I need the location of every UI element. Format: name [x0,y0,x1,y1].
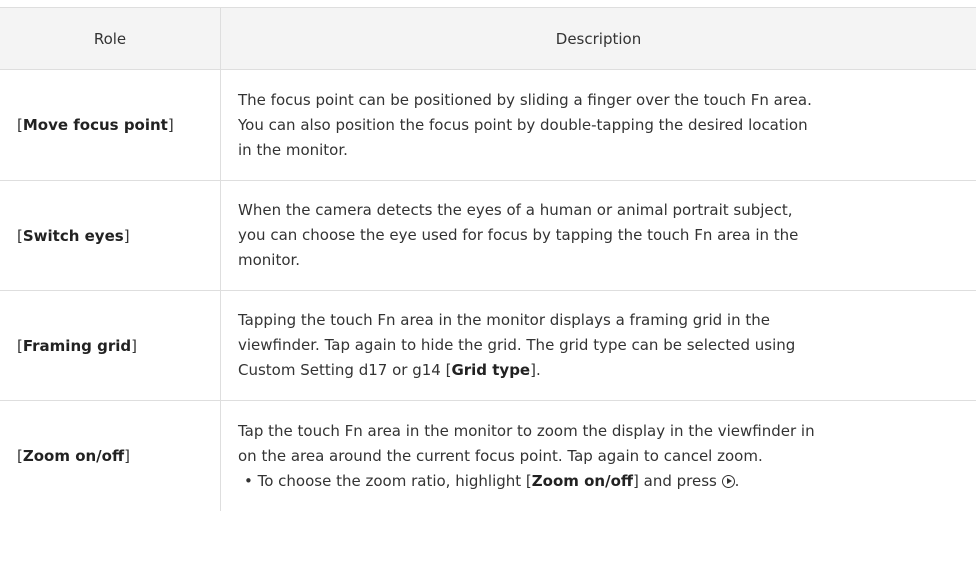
role-cell: [Framing grid] [0,291,221,400]
description-line: When the camera detects the eyes of a hu… [238,201,793,219]
text-segment: ]. [530,361,541,379]
description-line: The focus point can be positioned by sli… [238,90,812,109]
role-cell: [Zoom on/off] [0,401,221,511]
header-description: Description [555,29,642,48]
header-role: Role [0,8,221,69]
description-line: Custom Setting d17 or g14 [Grid type]. [238,358,976,383]
role-label: Switch eyes [22,226,124,245]
role-cell: [Switch eyes] [0,181,221,290]
role-description-table: Role Description [Move focus point] The … [0,7,976,511]
description-line: Tapping the touch Fn area in the monitor… [238,311,770,329]
description-line: Tap the touch Fn area in the monitor to … [238,421,815,440]
role-label: Zoom on/off [22,447,125,465]
description-line: You can also position the focus point by… [238,115,808,134]
role-label: Move focus point [22,116,168,134]
description-line: monitor. [238,251,301,269]
bracket-close: ] [123,226,130,245]
description-line: you can choose the eye used for focus by… [238,226,799,244]
table-row: [Framing grid] Tapping the touch Fn area… [0,291,976,401]
table-header: Role Description [0,8,976,70]
text-segment: ] and press [633,471,722,490]
description-cell: Tap the touch Fn area in the monitor to … [221,401,976,511]
bracket-close: ] [131,336,137,355]
description-line: viewfinder. Tap again to hide the grid. … [238,336,796,354]
text-segment: Custom Setting d17 or g14 [ [238,361,452,379]
table-row: [Switch eyes] When the camera detects th… [0,181,976,291]
text-segment: • To choose the zoom ratio, highlight [ [244,471,532,490]
role-cell: [Move focus point] [0,70,221,180]
table-row: [Zoom on/off] Tap the touch Fn area in t… [0,401,976,511]
description-cell: Tapping the touch Fn area in the monitor… [221,291,976,400]
bracket-close: ] [167,116,174,134]
text-segment: . [734,471,740,490]
description-line: on the area around the current focus poi… [238,446,763,465]
description-line: in the monitor. [238,140,348,159]
bracket-close: ] [124,447,130,465]
bullet-note: • To choose the zoom ratio, highlight [Z… [238,469,976,494]
role-label: Framing grid [22,336,132,355]
zoom-label: Zoom on/off [531,471,634,490]
description-cell: When the camera detects the eyes of a hu… [221,181,976,290]
multi-selector-right-icon [721,474,735,488]
table-row: [Move focus point] The focus point can b… [0,70,976,181]
description-cell: The focus point can be positioned by sli… [221,70,976,180]
grid-type-link-text: Grid type [451,361,531,379]
